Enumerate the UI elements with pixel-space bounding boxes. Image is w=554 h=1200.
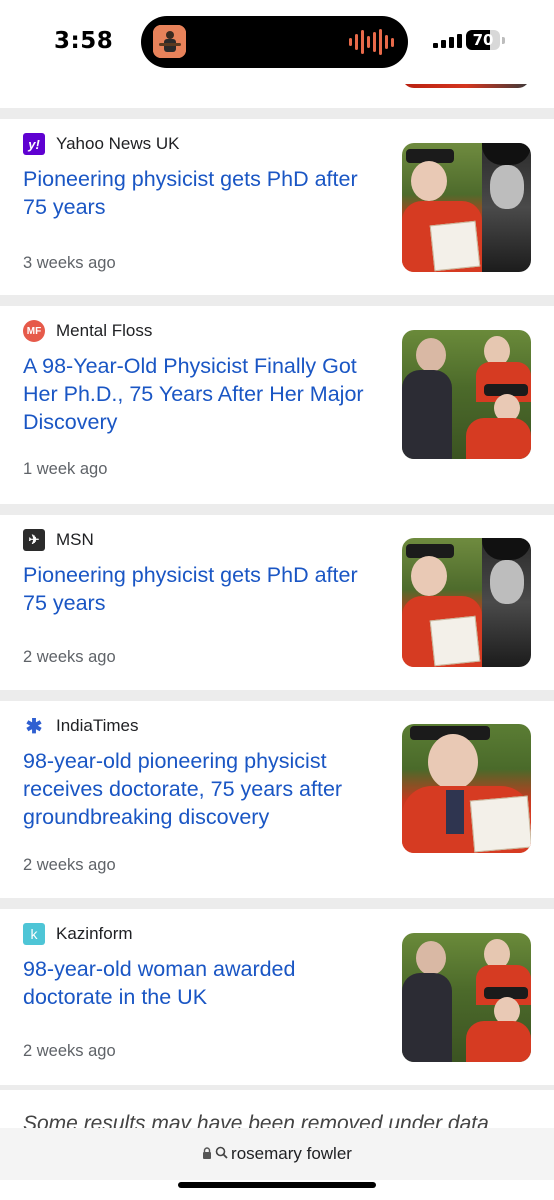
battery-percent: 70 — [472, 31, 494, 49]
yahoo-logo-icon: y! — [23, 133, 45, 155]
status-bar: 3:58 70 — [0, 0, 554, 84]
article-source: MF Mental Floss — [23, 320, 152, 342]
article-thumbnail[interactable] — [402, 724, 531, 853]
article-time: 1 week ago — [23, 460, 108, 478]
article-time: 2 weeks ago — [23, 1042, 116, 1060]
news-feed[interactable]: y! Yahoo News UK Pioneering physicist ge… — [0, 84, 554, 1096]
indiatimes-logo-icon: ✱ — [25, 715, 43, 738]
search-icon — [215, 1146, 228, 1162]
news-card-mental-floss[interactable]: MF Mental Floss A 98-Year-Old Physicist … — [0, 306, 554, 504]
kazinform-logo-icon: k — [23, 923, 45, 945]
source-name: Yahoo News UK — [56, 134, 180, 153]
audio-waveform-icon — [349, 29, 394, 55]
battery-icon: 70 — [466, 30, 500, 50]
article-time: 2 weeks ago — [23, 648, 116, 666]
card-separator — [0, 295, 554, 306]
article-headline[interactable]: 98-year-old pioneering physicist receive… — [23, 747, 385, 831]
battery-nub — [502, 37, 505, 44]
address-bar-text[interactable]: rosemary fowler — [0, 1144, 554, 1164]
now-playing-artwork-icon[interactable] — [153, 25, 186, 58]
source-name: Kazinform — [56, 924, 133, 943]
news-card-kazinform[interactable]: k Kazinform 98-year-old woman awarded do… — [0, 909, 554, 1085]
card-separator — [0, 504, 554, 515]
article-headline[interactable]: A 98-Year-Old Physicist Finally Got Her … — [23, 352, 385, 436]
article-thumbnail[interactable] — [402, 933, 531, 1062]
article-time: 3 weeks ago — [23, 254, 116, 272]
source-name: Mental Floss — [56, 321, 153, 340]
previous-card-thumbnail[interactable] — [402, 84, 530, 88]
article-headline[interactable]: 98-year-old woman awarded doctorate in t… — [23, 955, 385, 1011]
article-thumbnail[interactable] — [402, 143, 531, 272]
card-separator — [0, 108, 554, 119]
previous-card-fragment[interactable] — [0, 84, 554, 108]
lock-icon — [202, 1146, 212, 1162]
news-card-indiatimes[interactable]: ✱ IndiaTimes 98-year-old pioneering phys… — [0, 701, 554, 898]
article-time: 2 weeks ago — [23, 856, 116, 874]
article-source: k Kazinform — [23, 923, 133, 945]
removed-results-notice: Some results may have been removed under… — [0, 1090, 554, 1130]
news-card-yahoo[interactable]: y! Yahoo News UK Pioneering physicist ge… — [0, 119, 554, 295]
mental-floss-logo-icon: MF — [23, 320, 45, 342]
article-source: ✈ MSN — [23, 529, 94, 551]
card-separator — [0, 690, 554, 701]
search-query: rosemary fowler — [231, 1144, 352, 1163]
article-thumbnail[interactable] — [402, 538, 531, 667]
article-thumbnail[interactable] — [402, 330, 531, 459]
dynamic-island[interactable] — [141, 16, 408, 68]
article-source: ✱ IndiaTimes — [23, 715, 139, 738]
address-bar[interactable]: rosemary fowler — [0, 1128, 554, 1180]
cellular-signal-icon — [433, 34, 462, 48]
home-indicator[interactable] — [178, 1182, 376, 1188]
source-name: MSN — [56, 530, 94, 549]
status-time: 3:58 — [54, 28, 114, 54]
msn-logo-icon: ✈ — [23, 529, 45, 551]
article-headline[interactable]: Pioneering physicist gets PhD after 75 y… — [23, 561, 385, 617]
article-headline[interactable]: Pioneering physicist gets PhD after 75 y… — [23, 165, 385, 221]
source-name: IndiaTimes — [56, 716, 139, 735]
card-separator — [0, 898, 554, 909]
news-card-msn[interactable]: ✈ MSN Pioneering physicist gets PhD afte… — [0, 515, 554, 690]
article-source: y! Yahoo News UK — [23, 133, 179, 155]
